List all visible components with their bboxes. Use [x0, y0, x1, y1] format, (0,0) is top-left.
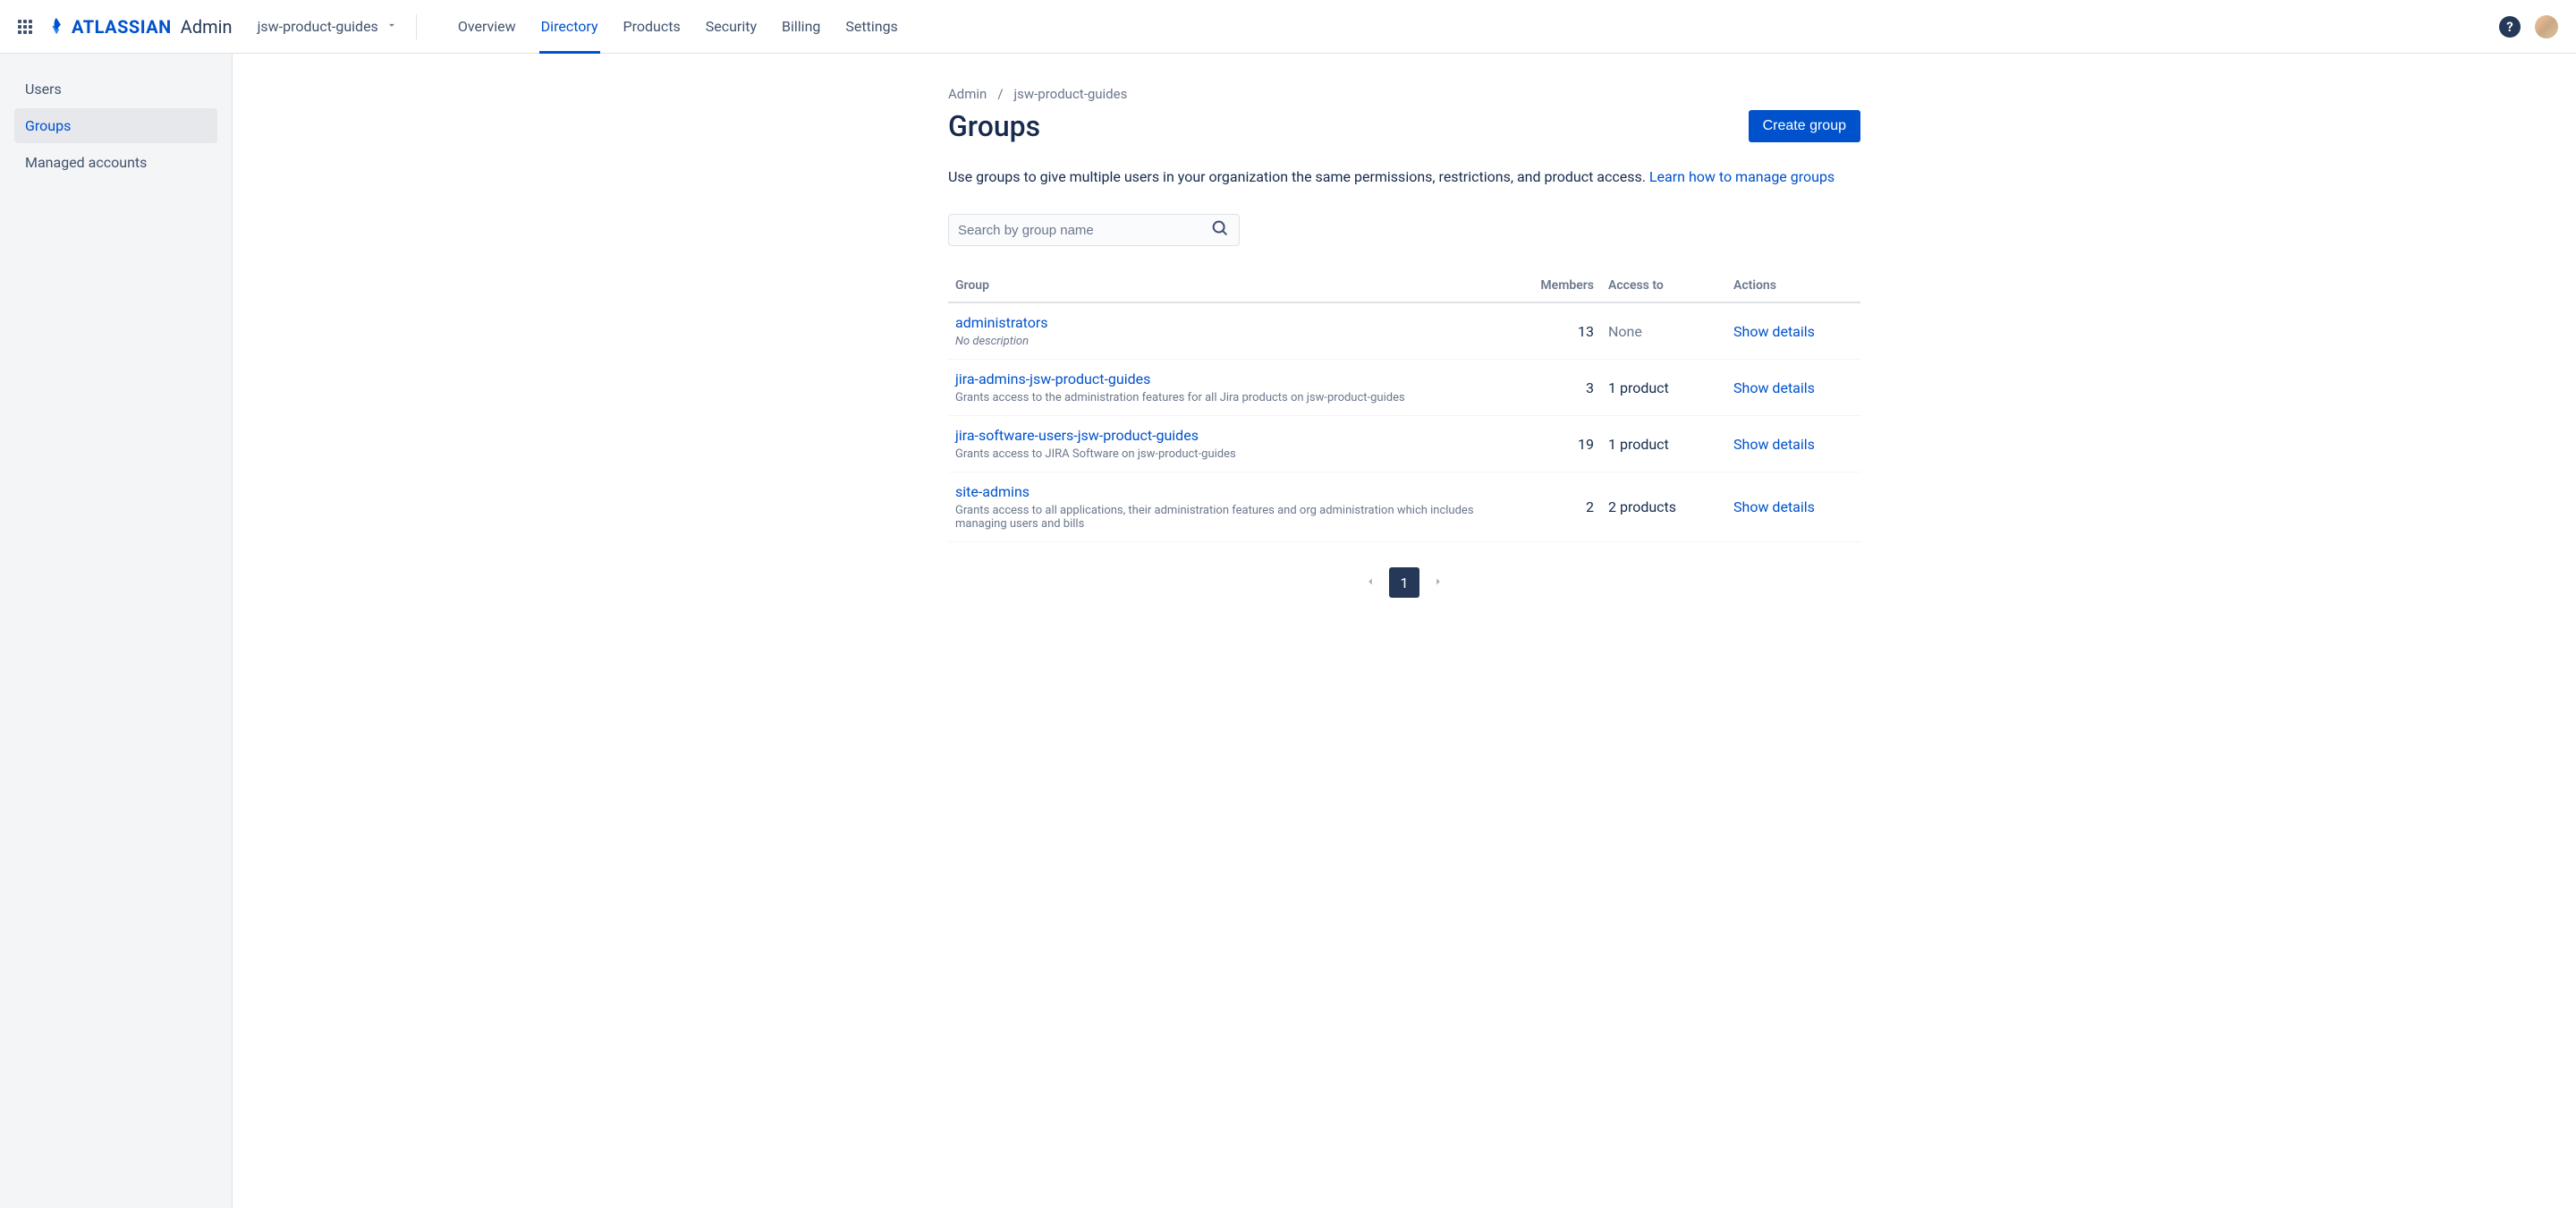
help-icon[interactable]: ? [2499, 16, 2521, 38]
logo[interactable]: ATLASSIAN Admin [47, 16, 233, 38]
nav-links: Overview Directory Products Security Bil… [445, 0, 911, 54]
create-group-button[interactable]: Create group [1749, 110, 1860, 142]
logo-text: ATLASSIAN [72, 16, 172, 38]
th-access: Access to [1601, 271, 1726, 302]
th-group: Group [948, 271, 1503, 302]
table-row: site-admins Grants access to all applicat… [948, 472, 1860, 542]
table-row: administrators No description 13None Show d… [948, 302, 1860, 360]
show-details-link[interactable]: Show details [1733, 436, 1815, 453]
atlassian-logo-icon [47, 17, 66, 37]
group-name-link[interactable]: jira-software-users-jsw-product-guides [955, 427, 1496, 444]
breadcrumb-separator: / [997, 86, 1003, 102]
breadcrumb-admin[interactable]: Admin [948, 86, 987, 102]
top-right-actions: ? [2499, 15, 2558, 38]
access-to: 1 product [1601, 360, 1726, 416]
page-current[interactable]: 1 [1389, 567, 1419, 598]
group-description: Grants access to JIRA Software on jsw-pr… [955, 447, 1496, 461]
breadcrumb-site[interactable]: jsw-product-guides [1014, 86, 1128, 102]
search-icon[interactable] [1210, 218, 1230, 242]
group-description: Grants access to all applications, their… [955, 504, 1496, 531]
groups-table: Group Members Access to Actions administ… [948, 271, 1860, 542]
access-to: 1 product [1601, 416, 1726, 472]
th-members: Members [1503, 271, 1601, 302]
group-description: Grants access to the administration feat… [955, 391, 1496, 404]
sidebar-item-groups[interactable]: Groups [14, 108, 217, 143]
nav-security[interactable]: Security [693, 0, 769, 54]
divider [416, 14, 417, 39]
access-to: None [1601, 302, 1726, 360]
logo-suffix: Admin [181, 16, 233, 38]
show-details-link[interactable]: Show details [1733, 379, 1815, 396]
table-row: jira-admins-jsw-product-guides Grants acc… [948, 360, 1860, 416]
group-description: No description [955, 335, 1496, 348]
search-box[interactable] [948, 214, 1240, 246]
group-name-link[interactable]: jira-admins-jsw-product-guides [955, 370, 1496, 387]
chevron-down-icon [386, 18, 398, 35]
description-text: Use groups to give multiple users in you… [948, 168, 1649, 185]
members-count: 2 [1503, 472, 1601, 542]
members-count: 13 [1503, 302, 1601, 360]
main-content: Admin / jsw-product-guides Groups Create… [894, 54, 1914, 1208]
nav-overview[interactable]: Overview [445, 0, 529, 54]
table-row: jira-software-users-jsw-product-guides Gr… [948, 416, 1860, 472]
th-actions: Actions [1726, 271, 1860, 302]
sidebar: Users Groups Managed accounts [0, 54, 233, 1208]
avatar[interactable] [2535, 15, 2558, 38]
site-switcher[interactable]: jsw-product-guides [258, 18, 398, 35]
page-prev[interactable] [1359, 568, 1382, 598]
sidebar-item-users[interactable]: Users [14, 72, 217, 106]
learn-more-link[interactable]: Learn how to manage groups [1649, 168, 1835, 185]
breadcrumb: Admin / jsw-product-guides [948, 86, 1860, 102]
members-count: 3 [1503, 360, 1601, 416]
group-name-link[interactable]: site-admins [955, 483, 1496, 500]
members-count: 19 [1503, 416, 1601, 472]
nav-directory[interactable]: Directory [529, 0, 611, 54]
nav-products[interactable]: Products [611, 0, 693, 54]
page-description: Use groups to give multiple users in you… [948, 168, 1860, 185]
nav-settings[interactable]: Settings [833, 0, 910, 54]
pagination: 1 [948, 567, 1860, 598]
top-navigation: ATLASSIAN Admin jsw-product-guides Overv… [0, 0, 2576, 54]
sidebar-item-managed-accounts[interactable]: Managed accounts [14, 145, 217, 180]
group-name-link[interactable]: administrators [955, 314, 1496, 331]
page-title: Groups [948, 109, 1040, 143]
search-input[interactable] [958, 223, 1210, 238]
nav-billing[interactable]: Billing [769, 0, 833, 54]
site-name: jsw-product-guides [258, 18, 378, 35]
show-details-link[interactable]: Show details [1733, 323, 1815, 340]
page-next[interactable] [1427, 568, 1450, 598]
show-details-link[interactable]: Show details [1733, 498, 1815, 515]
app-switcher-icon[interactable] [18, 20, 32, 34]
access-to: 2 products [1601, 472, 1726, 542]
